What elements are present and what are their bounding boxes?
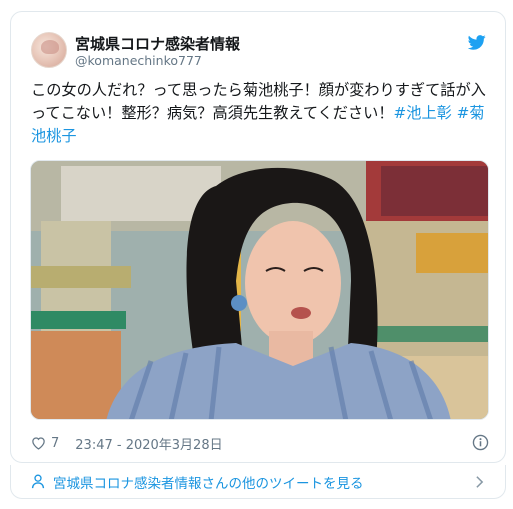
tweet-photo[interactable] [30,160,489,420]
heart-icon[interactable] [31,436,46,450]
more-tweets-link[interactable]: 宮城県コロナ感染者情報さんの他のツイートを見る [10,465,506,499]
chevron-right-icon [476,476,484,488]
tweet-card: 宮城県コロナ感染者情報 @komanechinko777 この女の人だれ？って思… [10,11,506,463]
account-display-name[interactable]: 宮城県コロナ感染者情報 [75,33,240,54]
like-count[interactable]: 7 [51,436,59,451]
account-handle[interactable]: @komanechinko777 [75,53,202,68]
person-icon [31,474,45,489]
tweet-timestamp[interactable]: 23:47 - 2020年3月28日 [75,434,222,453]
tv-still-image [31,161,488,419]
more-tweets-label[interactable]: 宮城県コロナ感染者情報さんの他のツイートを見る [53,472,364,492]
twitter-bird-icon[interactable] [468,35,486,50]
info-icon[interactable] [472,434,489,451]
avatar[interactable] [31,32,67,68]
tweet-meta: 7 23:47 - 2020年3月28日 [31,433,489,453]
tweet-text: この女の人だれ？って思ったら菊池桃子！顔が変わりすぎて話が入ってこない！整形？病… [31,79,491,148]
hashtag-link[interactable]: #池上彰 [394,104,452,122]
